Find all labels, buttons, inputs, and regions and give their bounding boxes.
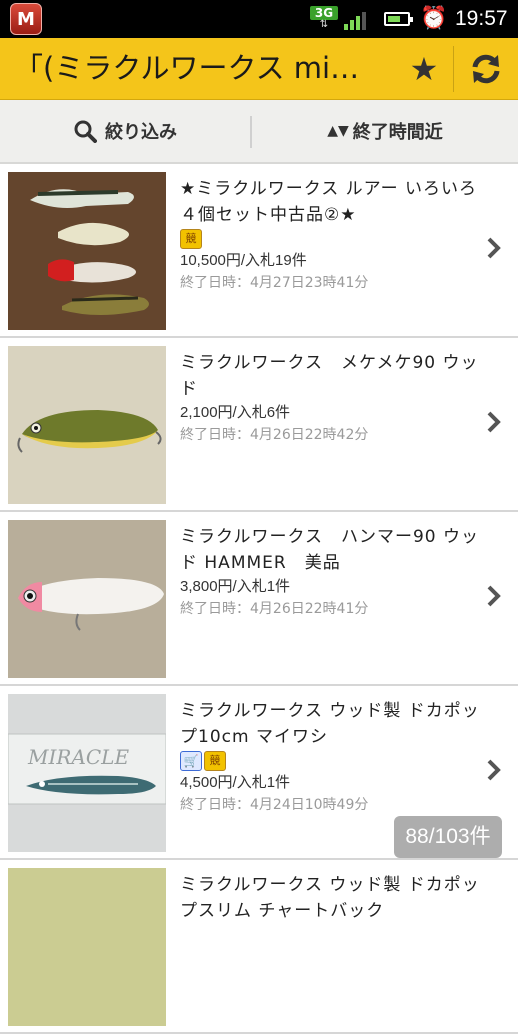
- chevron-right-icon: [487, 759, 501, 781]
- battery-icon: [384, 12, 413, 26]
- item-thumbnail: MIRACLE: [8, 694, 166, 852]
- app-bar: 「(ミラクルワークス mi… ★: [0, 38, 518, 100]
- clock: 19:57: [455, 7, 508, 30]
- item-thumbnail: [8, 520, 166, 678]
- list-item[interactable]: ミラクルワークス ハンマー90 ウッド HAMMER 美品 3,800円/入札1…: [0, 512, 518, 686]
- item-price: 4,500円/入札1件: [180, 774, 291, 791]
- item-title: ミラクルワークス メケメケ90 ウッド: [180, 353, 479, 399]
- result-counter-badge: 88/103件: [394, 816, 502, 858]
- sort-button[interactable]: ▲▼ 終了時間近: [252, 100, 518, 162]
- mcafee-icon: M: [10, 3, 42, 35]
- signal-icon: [344, 10, 370, 30]
- list-item[interactable]: ミラクルワークス メケメケ90 ウッド 2,100円/入札6件 終了日時：4月2…: [0, 338, 518, 512]
- item-end-time: 終了日時：4月24日10時49分: [180, 797, 369, 813]
- list-item[interactable]: ★ミラクルワークス ルアー いろいろ ４個セット中古品②★ 競 10,500円/…: [0, 164, 518, 338]
- filter-label: 絞り込み: [105, 122, 177, 143]
- item-title: ★ミラクルワークス ルアー いろいろ ４個セット中古品②★: [180, 179, 496, 225]
- item-price: 3,800円/入札1件: [180, 578, 291, 595]
- chevron-right-icon: [487, 585, 501, 607]
- item-thumbnail: [8, 172, 166, 330]
- filter-button[interactable]: 絞り込み: [0, 100, 250, 162]
- sort-arrows-icon: ▲▼: [327, 123, 349, 139]
- auction-badge-icon: 競: [180, 229, 202, 249]
- item-title: ミラクルワークス ウッド製 ドカポップ10cm マイワシ: [180, 701, 480, 747]
- item-thumbnail: [8, 346, 166, 504]
- item-title: ミラクルワークス ハンマー90 ウッド HAMMER 美品: [180, 527, 480, 573]
- item-price: 2,100円/入札6件: [180, 404, 291, 421]
- item-end-time: 終了日時：4月27日23時41分: [180, 275, 369, 291]
- filter-bar: 絞り込み ▲▼ 終了時間近: [0, 100, 518, 164]
- status-bar: M 3G ⇅ ⏰ 19:57: [0, 0, 518, 38]
- chevron-right-icon: [487, 411, 501, 433]
- refresh-button[interactable]: [454, 38, 518, 100]
- star-icon: ★: [409, 50, 439, 88]
- auction-badge-icon: 競: [204, 751, 226, 771]
- item-thumbnail: [8, 868, 166, 1026]
- network-3g-icon: 3G ⇅: [310, 6, 338, 32]
- chevron-right-icon: [487, 237, 501, 259]
- item-price: 10,500円/入札19件: [180, 252, 307, 269]
- cart-badge-icon: 🛒: [180, 751, 202, 771]
- list-item[interactable]: ミラクルワークス ウッド製 ドカポップスリム チャートバック: [0, 860, 518, 1034]
- item-title: ミラクルワークス ウッド製 ドカポップスリム チャートバック: [180, 875, 480, 921]
- refresh-icon: [472, 54, 500, 84]
- svg-text:MIRACLE: MIRACLE: [27, 745, 129, 769]
- search-icon: [74, 120, 97, 143]
- search-title[interactable]: 「(ミラクルワークス mi…: [14, 46, 394, 90]
- item-end-time: 終了日時：4月26日22時41分: [180, 601, 369, 617]
- sort-label: 終了時間近: [352, 122, 443, 143]
- item-end-time: 終了日時：4月26日22時42分: [180, 427, 369, 443]
- alarm-icon: ⏰: [420, 6, 448, 31]
- favorite-star-button[interactable]: ★: [395, 38, 453, 100]
- network-type-label: 3G: [310, 6, 338, 20]
